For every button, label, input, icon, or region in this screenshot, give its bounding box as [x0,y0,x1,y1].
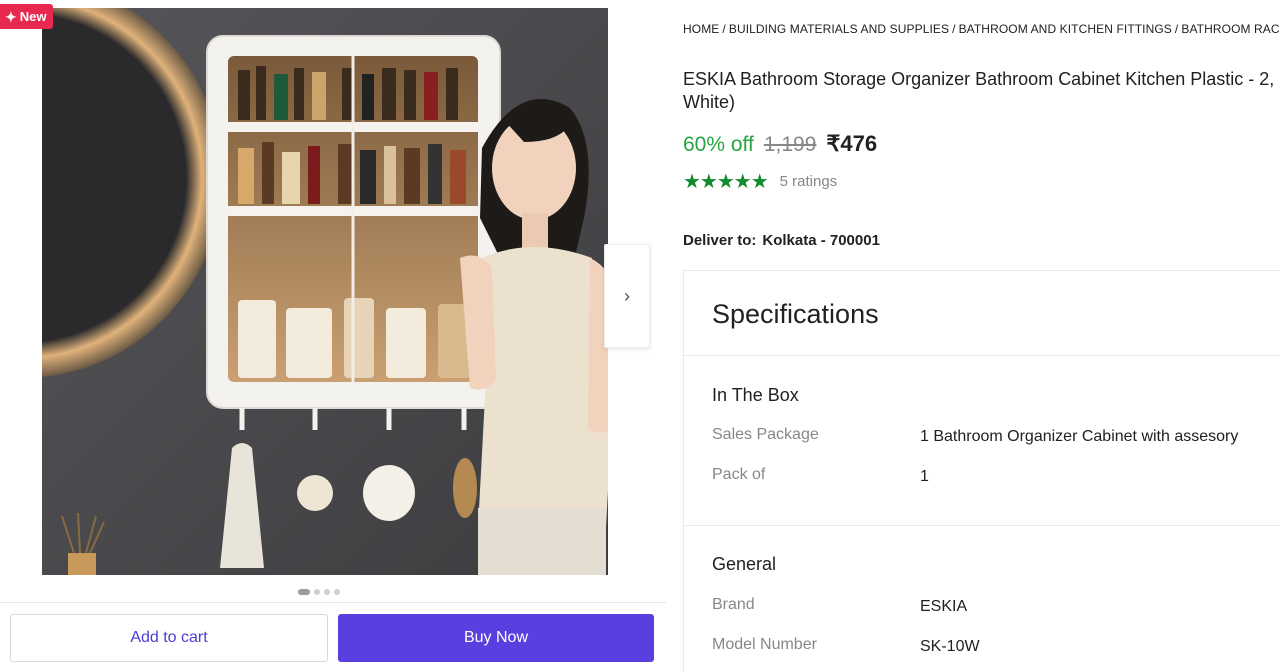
spec-value: 1 [920,468,929,485]
ratings-count[interactable]: 5 ratings [780,173,838,190]
product-image-illustration [42,8,608,575]
product-gallery: ✦ New › Add to cart Buy Now [0,0,668,672]
purchase-actions: Add to cart Buy Now [0,602,666,672]
breadcrumb-fittings[interactable]: BATHROOM AND KITCHEN FITTINGS [959,22,1172,36]
delivery-location[interactable]: Deliver to: Kolkata - 700001 [683,232,880,249]
sparkle-icon: ✦ [5,8,17,25]
selling-price: ₹476 [826,131,878,156]
divider [684,355,1280,356]
spec-label: Brand [712,596,755,613]
star-rating-icon: ★★★★★ [683,171,769,193]
buy-now-button[interactable]: Buy Now [338,614,654,662]
next-image-button[interactable]: › [604,244,650,348]
spec-value: SK-10W [920,638,980,655]
discount-percent: 60% off [683,133,754,156]
add-to-cart-button[interactable]: Add to cart [10,614,328,662]
product-image[interactable] [42,8,608,575]
breadcrumb-home[interactable]: HOME [683,22,719,36]
rating-row: ★★★★★ 5 ratings [683,169,837,194]
spec-group-title: General [712,554,777,574]
deliver-label: Deliver to: [683,232,757,249]
divider [684,525,1280,526]
specifications-card: Specifications In The Box Sales Package … [683,270,1280,672]
new-badge-label: New [19,9,47,24]
spec-value: ESKIA [920,598,968,615]
breadcrumb-bathroom-racks[interactable]: BATHROOM RACKS [1181,22,1280,36]
price-row: 60% off 1,199 ₹476 [683,131,877,157]
original-price: 1,199 [763,133,817,156]
spec-label: Pack of [712,466,766,483]
breadcrumb-building-materials[interactable]: BUILDING MATERIALS AND SUPPLIES [729,22,949,36]
new-badge: ✦ New [0,4,54,29]
specifications-title: Specifications [712,299,879,329]
spec-group-title: In The Box [712,385,799,405]
product-page: ✦ New › Add to cart Buy Now HOME / BUILD… [0,0,1280,672]
carousel-dot[interactable] [334,589,340,595]
breadcrumb: HOME / BUILDING MATERIALS AND SUPPLIES / BAT… [683,22,1280,36]
carousel-dot[interactable] [298,589,310,595]
carousel-dots [298,589,340,595]
chevron-right-icon: › [624,285,630,306]
spec-value: 1 Bathroom Organizer Cabinet with asseso… [920,428,1239,445]
product-details: HOME / BUILDING MATERIALS AND SUPPLIES / BAT… [683,0,1280,672]
spec-label: Model Number [712,636,817,653]
carousel-dot[interactable] [324,589,330,595]
spec-label: Sales Package [712,426,819,443]
carousel-dot[interactable] [314,589,320,595]
deliver-pincode: Kolkata - 700001 [762,232,880,249]
product-title: ESKIA Bathroom Storage Organizer Bathroo… [683,69,1275,112]
